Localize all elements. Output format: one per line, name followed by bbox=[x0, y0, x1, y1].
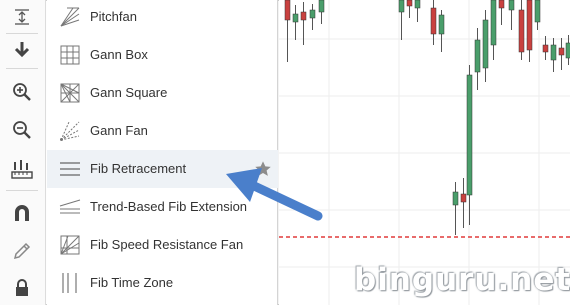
candle-up bbox=[398, 0, 405, 13]
candle-up bbox=[474, 39, 481, 73]
gann-fan-icon bbox=[60, 121, 80, 141]
candle-down bbox=[300, 11, 307, 21]
trend-fib-extension-icon bbox=[59, 199, 81, 214]
fib-time-zone-icon bbox=[62, 273, 77, 293]
candle-down bbox=[518, 9, 525, 53]
zoom-out-icon[interactable] bbox=[5, 115, 39, 145]
gann-box-icon bbox=[60, 45, 80, 65]
candle-up bbox=[490, 0, 497, 46]
candle-down bbox=[526, 0, 533, 51]
candle-up bbox=[534, 0, 541, 23]
candle-up bbox=[466, 74, 473, 196]
candle-down bbox=[406, 0, 413, 7]
measure-icon[interactable] bbox=[5, 2, 39, 32]
menu-item-gann-fan[interactable]: Gann Fan bbox=[47, 112, 278, 150]
candle-down bbox=[498, 0, 505, 9]
zoom-in-icon[interactable] bbox=[5, 77, 39, 107]
ruler-icon[interactable] bbox=[5, 154, 39, 184]
candle-up bbox=[318, 0, 325, 13]
menu-item-label: Fib Speed Resistance Fan bbox=[90, 237, 244, 252]
pitchfan-icon bbox=[60, 7, 80, 27]
fib-retracement-icon bbox=[60, 162, 80, 176]
candle-up bbox=[414, 0, 421, 9]
drawing-tools-menu: Pitchfan Gann Box Gann Square Gann Fan F… bbox=[47, 0, 278, 305]
candle-up bbox=[452, 191, 459, 206]
arrow-shaft bbox=[245, 179, 323, 221]
candle-down bbox=[460, 193, 467, 203]
menu-item-label: Fib Retracement bbox=[90, 161, 187, 176]
chart-canvas[interactable] bbox=[279, 0, 570, 305]
candle-up bbox=[508, 0, 515, 11]
fib-speed-fan-icon bbox=[60, 235, 80, 255]
menu-item-gann-box[interactable]: Gann Box bbox=[47, 36, 278, 74]
menu-item-label: Gann Square bbox=[90, 85, 168, 100]
watermark: binguru.net bbox=[354, 262, 570, 298]
candle-up bbox=[292, 13, 299, 23]
candle-up bbox=[565, 42, 570, 59]
menu-item-fib-time-zone[interactable]: Fib Time Zone bbox=[47, 264, 278, 302]
down-arrow-icon[interactable] bbox=[5, 34, 39, 64]
toolbar-separator bbox=[6, 190, 38, 191]
pencil-icon[interactable] bbox=[5, 236, 39, 266]
menu-item-pitchfan[interactable]: Pitchfan bbox=[47, 0, 278, 36]
candle-up bbox=[550, 44, 557, 61]
candle-down bbox=[542, 44, 549, 53]
price-chart[interactable] bbox=[279, 0, 570, 305]
menu-item-fib-speed-fan[interactable]: Fib Speed Resistance Fan bbox=[47, 226, 278, 264]
lock-icon[interactable] bbox=[5, 273, 39, 303]
menu-item-label: Gann Box bbox=[90, 47, 148, 62]
candle-down bbox=[284, 0, 291, 21]
drawing-toolbar bbox=[0, 0, 46, 305]
menu-item-gann-square[interactable]: Gann Square bbox=[47, 74, 278, 112]
candle-up bbox=[482, 19, 489, 69]
candle-down bbox=[558, 47, 565, 56]
pointer-arrow-annotation bbox=[226, 168, 323, 221]
magnet-icon[interactable] bbox=[5, 198, 39, 228]
menu-item-label: Pitchfan bbox=[90, 9, 137, 24]
candle-down bbox=[430, 7, 437, 35]
menu-item-label: Gann Fan bbox=[90, 123, 148, 138]
gann-square-icon bbox=[60, 83, 80, 103]
toolbar-separator bbox=[6, 68, 38, 69]
candle-up bbox=[309, 9, 316, 19]
candle-up bbox=[438, 14, 445, 35]
menu-item-label: Fib Time Zone bbox=[90, 275, 174, 290]
